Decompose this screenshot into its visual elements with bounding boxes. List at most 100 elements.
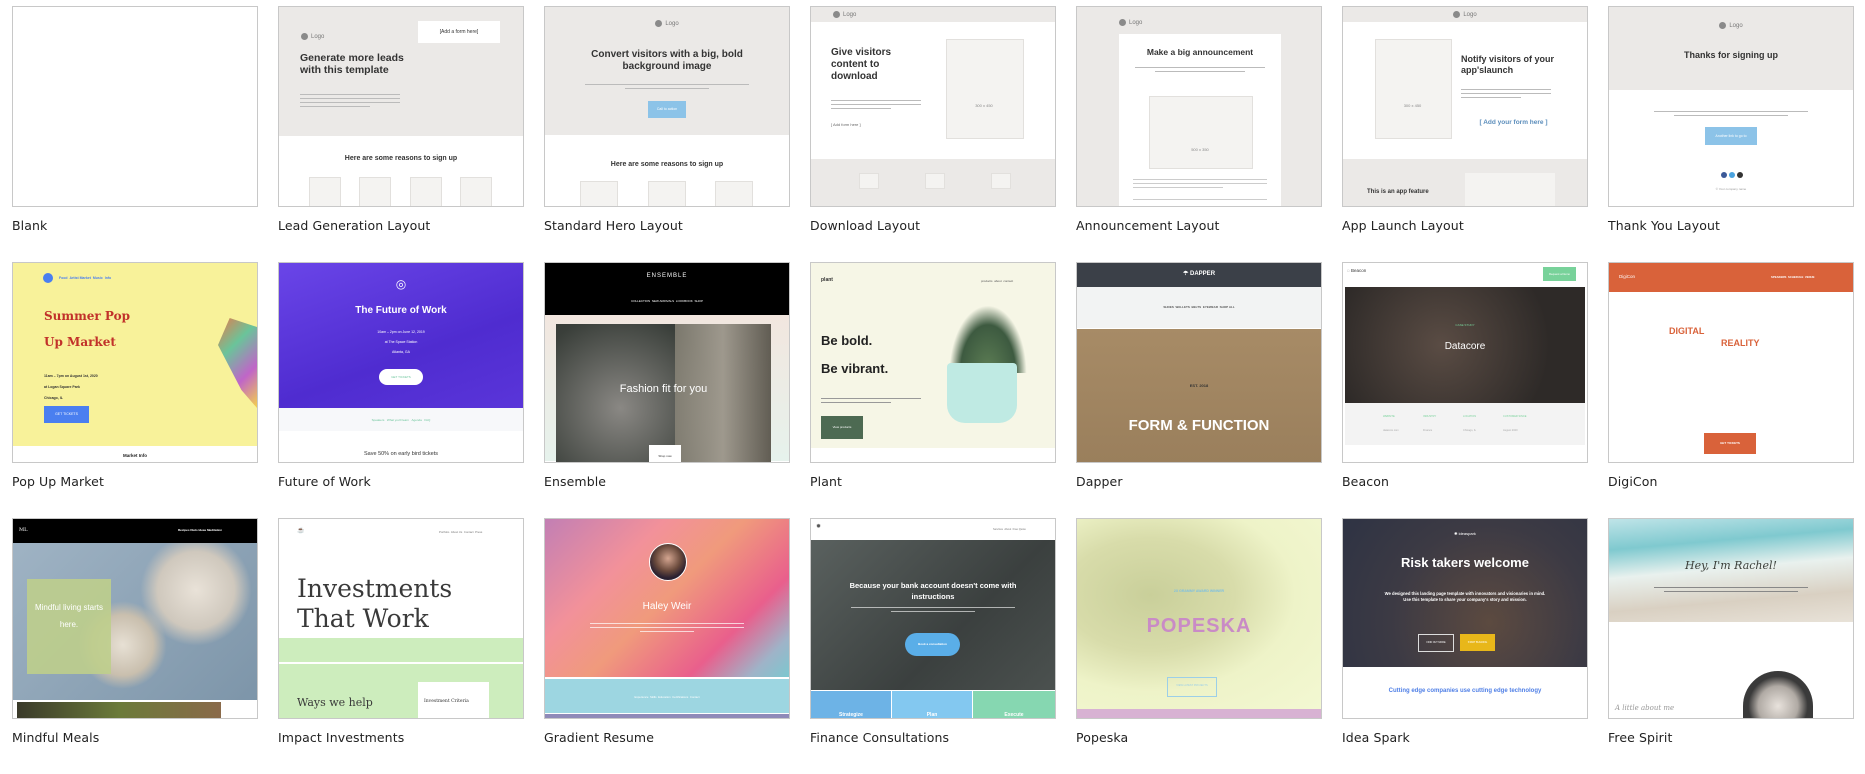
nav: Recipes Diets Ideas Meditation: [178, 528, 223, 532]
template-thumbnail[interactable]: ☂ DAPPER SHOES WALLETS BELTS EYEWEAR SHO…: [1076, 262, 1322, 463]
template-thumbnail[interactable]: 2X GRAMMY AWARD WINNER POPESKA VIEW LATE…: [1076, 518, 1322, 719]
logo-text: Logo: [665, 21, 679, 28]
brand-logo: ideaspark: [1458, 531, 1476, 536]
subheadline: Ways we help: [297, 696, 373, 709]
form-placeholder: [ Add form here ]: [831, 122, 861, 127]
template-thumbnail[interactable]: ◎ The Future of Work 10am – 2pm on June …: [278, 262, 524, 463]
template-card-lead-generation[interactable]: Logo [Add a form here] Generate more lea…: [278, 6, 524, 262]
logo-text: Logo: [1463, 12, 1477, 19]
template-thumbnail[interactable]: Logo Convert visitors with a big, bold b…: [544, 6, 790, 207]
cup-logo-icon: ☕: [297, 528, 305, 534]
template-name: Download Layout: [810, 218, 921, 233]
template-card-thank-you[interactable]: Logo Thanks for signing up Another link …: [1608, 6, 1854, 262]
instagram-icon: [1737, 172, 1743, 178]
template-card-standard-hero[interactable]: Logo Convert visitors with a big, bold b…: [544, 6, 790, 262]
template-name: Thank You Layout: [1608, 218, 1720, 233]
template-thumbnail[interactable]: ML Recipes Diets Ideas Meditation Mindfu…: [12, 518, 258, 719]
template-name: Plant: [810, 474, 842, 489]
template-thumbnail[interactable]: Hey, I'm Rachel! A little about me: [1608, 518, 1854, 719]
headline: The Future of Work: [355, 305, 447, 316]
template-thumbnail[interactable]: Logo Give visitors content to download […: [810, 6, 1056, 207]
kicker: CASE STUDY: [1455, 323, 1475, 327]
template-card-gradient-resume[interactable]: Haley Weir Experience Skills Education C…: [544, 518, 790, 774]
template-thumbnail[interactable]: plant products about contact Be bold. Be…: [810, 262, 1056, 463]
template-name: Standard Hero Layout: [544, 218, 683, 233]
template-name: Popeska: [1076, 730, 1129, 745]
headline: Fashion fit for you: [619, 383, 708, 395]
template-name: Idea Spark: [1342, 730, 1410, 745]
template-thumbnail[interactable]: ✺ ideaspark Risk takers welcome We desig…: [1342, 518, 1588, 719]
footer-text: © Your company name: [1715, 187, 1747, 191]
nav: COLLECTION NEW ARRIVALS LOOKBOOK SHOP: [630, 299, 703, 303]
template-name: Lead Generation Layout: [278, 218, 431, 233]
template-thumbnail[interactable]: DigiCon SPEAKERS SCHEDULE VENUE DIGITAL …: [1608, 262, 1854, 463]
logo-text: Logo: [1129, 20, 1143, 27]
hat-icon: ☂: [1182, 271, 1191, 277]
headline: Notify visitors of your app'slaunch: [1461, 54, 1555, 75]
template-card-impact-investments[interactable]: ☕ Portfolio About Us Contact Press Inves…: [278, 518, 524, 774]
template-thumbnail[interactable]: Logo Thanks for signing up Another link …: [1608, 6, 1854, 207]
template-name: Dapper: [1076, 474, 1123, 489]
template-card-free-spirit[interactable]: Hey, I'm Rachel! A little about me Free …: [1608, 518, 1854, 774]
brand-logo: plant: [821, 277, 833, 283]
template-grid: Blank Logo [Add a form here] Generate mo…: [12, 6, 1854, 774]
logo-icon: [1453, 11, 1461, 18]
headline: POPESKA: [1146, 615, 1252, 637]
logo-icon: [1119, 19, 1126, 26]
template-name: Blank: [12, 218, 48, 233]
template-card-announcement[interactable]: Logo Make a big announcement 500 x 350 A…: [1076, 6, 1322, 262]
template-thumbnail[interactable]: ☕ Portfolio About Us Contact Press Inves…: [278, 518, 524, 719]
template-card-pop-up-market[interactable]: Food Artist Market Music Info Summer Pop…: [12, 262, 258, 518]
kicker: 2X GRAMMY AWARD WINNER: [1173, 589, 1225, 593]
logo-icon: [43, 273, 53, 283]
template-card-download[interactable]: Logo Give visitors content to download […: [810, 6, 1056, 262]
nav: Food Artist Market Music Info: [59, 276, 112, 280]
template-name: Pop Up Market: [12, 474, 104, 489]
logo-text: Logo: [1729, 23, 1743, 30]
headline-line2: Be vibrant.: [821, 361, 889, 376]
template-thumbnail[interactable]: Logo Make a big announcement 500 x 350: [1076, 6, 1322, 207]
template-card-popeska[interactable]: 2X GRAMMY AWARD WINNER POPESKA VIEW LATE…: [1076, 518, 1322, 774]
template-card-plant[interactable]: plant products about contact Be bold. Be…: [810, 262, 1056, 518]
form-placeholder: [ Add your form here ]: [1479, 119, 1548, 126]
template-name: Free Spirit: [1608, 730, 1673, 745]
headline: Make a big announcement: [1146, 47, 1254, 57]
nav: products about contact: [981, 279, 1014, 283]
template-thumbnail[interactable]: ✹ Services About Free Quote Because your…: [810, 518, 1056, 719]
template-thumbnail[interactable]: [12, 6, 258, 207]
template-card-future-of-work[interactable]: ◎ The Future of Work 10am – 2pm on June …: [278, 262, 524, 518]
template-card-ensemble[interactable]: ENSEMBLE COLLECTION NEW ARRIVALS LOOKBOO…: [544, 262, 790, 518]
template-card-beacon[interactable]: ◌ Beacon Request a Demo CASE STUDY Datac…: [1342, 262, 1588, 518]
est-tag: EST. 2018: [1189, 383, 1209, 388]
template-card-digicon[interactable]: DigiCon SPEAKERS SCHEDULE VENUE DIGITAL …: [1608, 262, 1854, 518]
template-thumbnail[interactable]: Logo 300 x 450 Notify visitors of your a…: [1342, 6, 1588, 207]
template-name: Future of Work: [278, 474, 371, 489]
template-thumbnail[interactable]: ENSEMBLE COLLECTION NEW ARRIVALS LOOKBOO…: [544, 262, 790, 463]
template-thumbnail[interactable]: Food Artist Market Music Info Summer Pop…: [12, 262, 258, 463]
template-card-finance-consultations[interactable]: ✹ Services About Free Quote Because your…: [810, 518, 1056, 774]
headline: Because your bank account doesn't come w…: [849, 581, 1017, 601]
headline: Haley Weir: [642, 601, 692, 612]
template-thumbnail[interactable]: Logo [Add a form here] Generate more lea…: [278, 6, 524, 207]
headline: Generate more leads with this template: [300, 52, 404, 76]
section-title: Market Info: [122, 453, 147, 458]
template-card-blank[interactable]: Blank: [12, 6, 258, 262]
template-card-dapper[interactable]: ☂ DAPPER SHOES WALLETS BELTS EYEWEAR SHO…: [1076, 262, 1322, 518]
template-name: Beacon: [1342, 474, 1389, 489]
hero-image: [1077, 329, 1321, 462]
headline-line2: REALITY: [1721, 338, 1760, 348]
brand-logo: Beacon: [1350, 268, 1367, 273]
headline: Hey, I'm Rachel!: [1685, 559, 1777, 572]
template-name: Impact Investments: [278, 730, 405, 745]
body-text: We designed this landing page template w…: [1384, 591, 1546, 602]
section-title: Save 50% on early bird tickets: [364, 451, 438, 457]
logo-icon: ◎: [395, 277, 407, 291]
criteria-box: Investment Criteria: [424, 699, 469, 704]
nav: Speakers What you'll learn Agenda FAQ: [371, 418, 431, 422]
template-thumbnail[interactable]: Haley Weir Experience Skills Education C…: [544, 518, 790, 719]
template-thumbnail[interactable]: ◌ Beacon Request a Demo CASE STUDY Datac…: [1342, 262, 1588, 463]
template-card-idea-spark[interactable]: ✺ ideaspark Risk takers welcome We desig…: [1342, 518, 1588, 774]
template-card-mindful-meals[interactable]: ML Recipes Diets Ideas Meditation Mindfu…: [12, 518, 258, 774]
template-card-app-launch[interactable]: Logo 300 x 450 Notify visitors of your a…: [1342, 6, 1588, 262]
section-title: Here are some reasons to sign up: [610, 161, 724, 168]
